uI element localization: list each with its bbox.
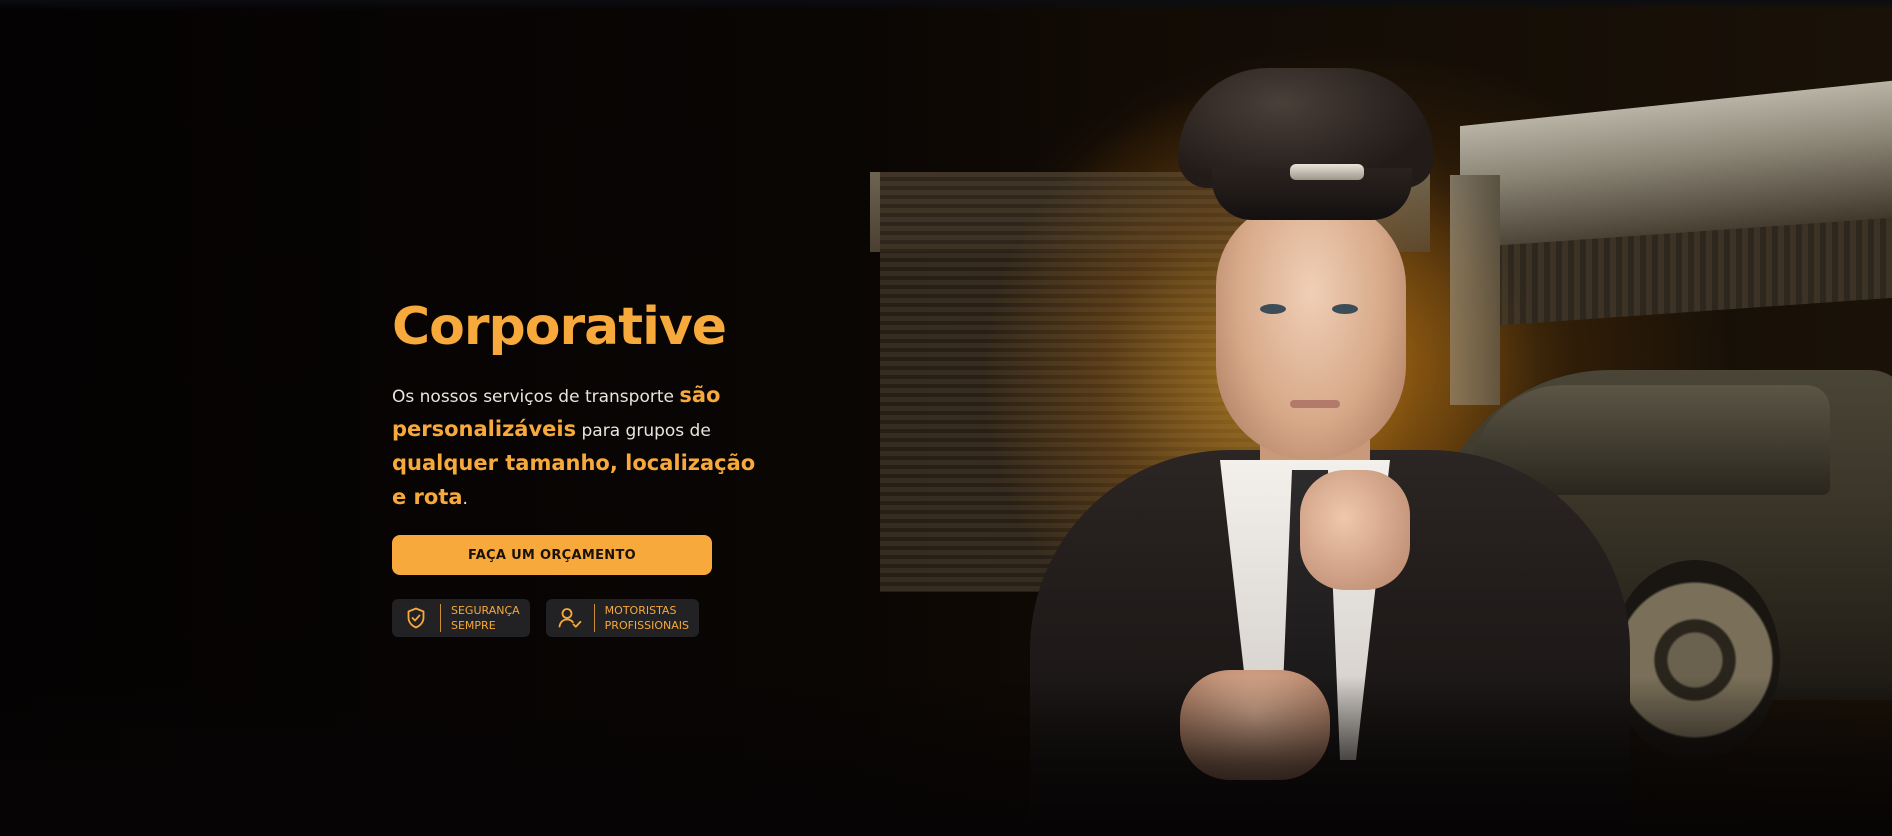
badge-safety-label: SEGURANÇA SEMPRE bbox=[451, 603, 520, 633]
badge-divider bbox=[593, 604, 595, 632]
bottom-fade bbox=[0, 676, 1892, 836]
chauffeur-hand-tie bbox=[1300, 470, 1410, 590]
badge-drivers-line1: MOTORISTAS bbox=[604, 604, 677, 617]
shield-check-icon bbox=[402, 604, 430, 632]
hero-content: Corporative Os nossos serviços de transp… bbox=[392, 295, 772, 637]
badge-drivers-label: MOTORISTAS PROFISSIONAIS bbox=[605, 603, 689, 633]
description-text-3: . bbox=[462, 489, 468, 509]
hero-section: Corporative Os nossos serviços de transp… bbox=[0, 0, 1892, 836]
badge-safety-line2: SEMPRE bbox=[451, 619, 496, 632]
badge-safety: SEGURANÇA SEMPRE bbox=[392, 599, 530, 637]
badge-drivers: MOTORISTAS PROFISSIONAIS bbox=[545, 599, 700, 637]
chauffeur-face bbox=[1216, 200, 1406, 460]
hero-description: Os nossos serviços de transporte são per… bbox=[392, 379, 772, 515]
chauffeur-mouth bbox=[1290, 400, 1340, 408]
hero-title: Corporative bbox=[392, 297, 727, 357]
request-quote-button[interactable]: FAÇA UM ORÇAMENTO bbox=[392, 535, 712, 575]
feature-badges: SEGURANÇA SEMPRE MOTORISTAS PROFISSIONAI… bbox=[392, 599, 772, 637]
description-text-1: Os nossos serviços de transporte bbox=[392, 387, 680, 407]
badge-safety-line1: SEGURANÇA bbox=[451, 604, 520, 617]
user-check-icon bbox=[556, 604, 584, 632]
description-text-2: para grupos de bbox=[576, 421, 711, 441]
chauffeur-eye-left bbox=[1260, 304, 1286, 314]
badge-divider bbox=[440, 604, 441, 632]
badge-drivers-line2: PROFISSIONAIS bbox=[604, 619, 690, 632]
chauffeur-cap-badge bbox=[1290, 164, 1364, 180]
chauffeur-eye-right bbox=[1332, 304, 1358, 314]
description-highlight-2: qualquer tamanho, localização e rota bbox=[392, 451, 756, 509]
